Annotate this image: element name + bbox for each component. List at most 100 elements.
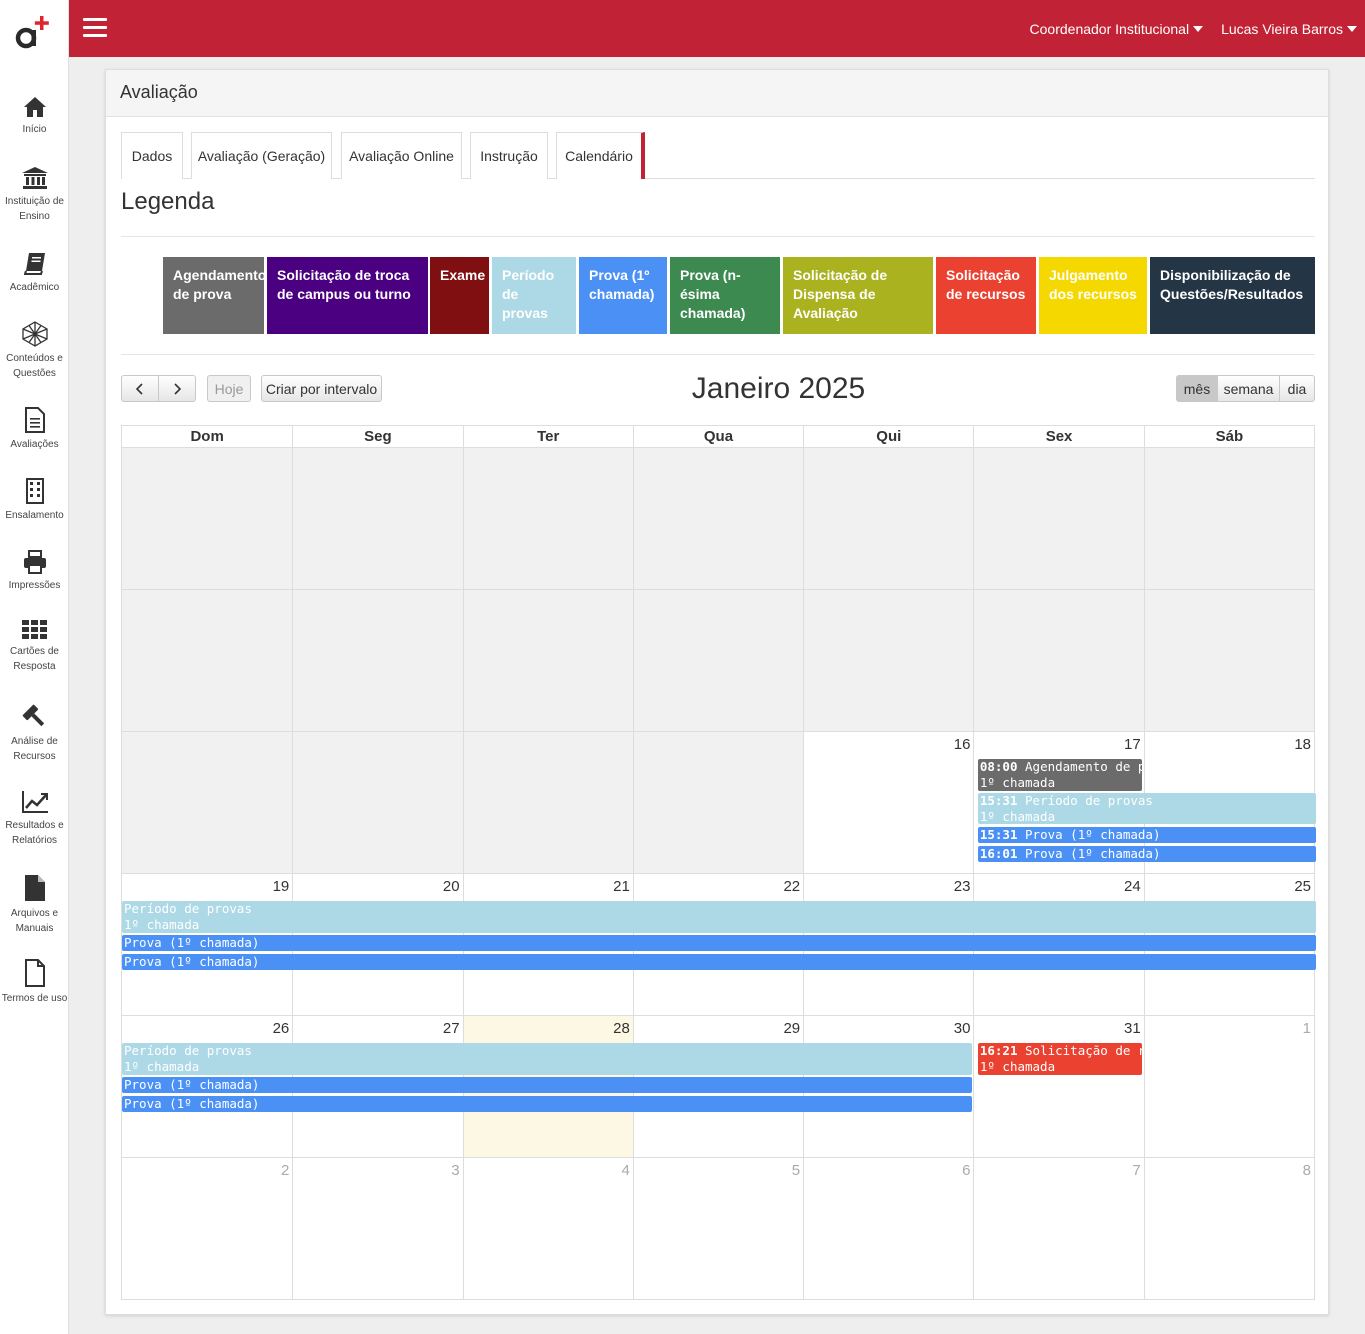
day-cell[interactable] bbox=[632, 448, 804, 589]
day-number: 26 bbox=[272, 1020, 290, 1037]
event-time: 16:01 bbox=[979, 846, 1018, 861]
sidebar-item-ensalamento[interactable]: Ensalamento bbox=[0, 478, 69, 523]
day-cell[interactable] bbox=[973, 448, 1144, 589]
event-subtitle: 1º chamada bbox=[979, 775, 1056, 790]
day-number: 27 bbox=[442, 1020, 460, 1037]
tab-calendario[interactable]: Calendário bbox=[556, 132, 645, 179]
weekday-sab: Sáb bbox=[1143, 426, 1314, 447]
sidebar-item-impressoes[interactable]: Impressões bbox=[0, 550, 69, 593]
event-subtitle: 1º chamada bbox=[979, 1059, 1056, 1074]
top-navbar: Coordenador Institucional Lucas Vieira B… bbox=[69, 0, 1365, 57]
day-cell[interactable] bbox=[1143, 590, 1314, 731]
day-cell[interactable] bbox=[292, 448, 463, 589]
sidebar-item-label: Ensalamento bbox=[5, 510, 64, 521]
day-cell[interactable] bbox=[973, 590, 1144, 731]
gavel-icon bbox=[22, 704, 44, 727]
month-calendar: Dom Seg Ter Qua Qui Sex Sáb 16 17 18 08:00 Agenda… bbox=[121, 425, 1316, 1300]
day-cell[interactable]: 4 bbox=[462, 1158, 633, 1299]
tab-dados[interactable]: Dados bbox=[121, 132, 183, 179]
day-number: 18 bbox=[1294, 736, 1311, 753]
view-day-button[interactable]: dia bbox=[1279, 375, 1315, 402]
calendar-event[interactable]: 15:31 Prova (1º chamada) bbox=[977, 827, 1316, 843]
day-cell[interactable]: 6 bbox=[803, 1158, 973, 1299]
day-number: 23 bbox=[953, 878, 971, 895]
app-logo[interactable] bbox=[14, 12, 54, 52]
create-range-button[interactable]: Criar por intervalo bbox=[261, 375, 382, 402]
book-icon bbox=[23, 253, 45, 275]
day-cell[interactable]: 31 bbox=[973, 1016, 1143, 1157]
day-number: 16 bbox=[953, 736, 971, 753]
event-title: Prova (1º chamada) bbox=[1025, 827, 1161, 842]
day-cell[interactable]: 16 bbox=[803, 732, 973, 873]
document-icon bbox=[24, 407, 45, 433]
day-cell[interactable]: 3 bbox=[292, 1158, 462, 1299]
chevron-left-icon bbox=[135, 382, 143, 395]
role-label: Coordenador Institucional bbox=[1029, 20, 1190, 37]
event-title-line: 15:31 Período de provas bbox=[980, 793, 1316, 809]
calendar-event[interactable]: 16:21 Solicitação de recur1º chamada bbox=[977, 1043, 1143, 1075]
legend-julgamento: Julgamento dos recursos bbox=[1039, 257, 1147, 334]
event-title: Agendamento de pr bbox=[1025, 759, 1143, 774]
user-dropdown[interactable]: Lucas Vieira Barros bbox=[1221, 21, 1357, 37]
day-cell[interactable] bbox=[292, 732, 463, 873]
calendar-event[interactable]: Prova (1º chamada) bbox=[122, 1077, 972, 1093]
hamburger-menu-icon[interactable] bbox=[83, 18, 107, 38]
day-cell[interactable]: 8 bbox=[1143, 1158, 1314, 1299]
event-title: Período de provas bbox=[1025, 793, 1153, 808]
day-cell[interactable] bbox=[1143, 448, 1314, 589]
sidebar-item-conteudos[interactable]: Conteúdos e Questões bbox=[0, 321, 69, 381]
view-month-button[interactable]: mês bbox=[1176, 375, 1218, 402]
sidebar-item-termos[interactable]: Termos de uso bbox=[0, 959, 69, 1006]
tab-instrucao[interactable]: Instrução bbox=[470, 132, 548, 179]
day-cell[interactable]: 1 bbox=[1143, 1016, 1314, 1157]
grid-icon bbox=[21, 620, 47, 639]
day-cell[interactable] bbox=[122, 590, 293, 731]
calendar-event[interactable]: Período de provas 1º chamada bbox=[122, 901, 1316, 933]
calendar-event[interactable]: Período de provas 1º chamada bbox=[122, 1043, 972, 1075]
role-dropdown[interactable]: Coordenador Institucional bbox=[1030, 21, 1204, 37]
sidebar-item-instituicao[interactable]: Instituição de Ensino bbox=[0, 166, 69, 224]
institution-icon bbox=[21, 167, 48, 189]
day-cell[interactable] bbox=[632, 590, 804, 731]
calendar-event[interactable]: 16:01 Prova (1º chamada) bbox=[977, 846, 1316, 862]
day-cell[interactable]: 7 bbox=[973, 1158, 1143, 1299]
tab-avaliacao-online[interactable]: Avaliação Online bbox=[341, 132, 462, 179]
day-cell[interactable]: 2 bbox=[122, 1158, 292, 1299]
day-number: 25 bbox=[1294, 878, 1311, 895]
day-cell[interactable] bbox=[292, 590, 463, 731]
day-cell[interactable] bbox=[462, 732, 633, 873]
calendar-event[interactable]: Prova (1º chamada) bbox=[122, 954, 1316, 970]
calendar-event[interactable]: 08:00 Agendamento de pr 1º chamada bbox=[977, 759, 1143, 791]
event-title-line: Período de provas bbox=[124, 901, 1316, 917]
day-cell[interactable] bbox=[632, 732, 804, 873]
day-number: 2 bbox=[280, 1162, 290, 1179]
sidebar-item-arquivos[interactable]: Arquivos e Manuais bbox=[0, 874, 69, 936]
calendar-event[interactable]: Prova (1º chamada) bbox=[122, 1096, 972, 1112]
day-cell[interactable] bbox=[122, 448, 293, 589]
day-cell[interactable]: 5 bbox=[632, 1158, 803, 1299]
day-cell[interactable] bbox=[462, 590, 633, 731]
legend-agendamento: Agendamento de prova bbox=[163, 257, 266, 334]
tab-bar: Dados Avaliação (Geração) Avaliação Onli… bbox=[121, 132, 1315, 179]
sidebar-item-inicio[interactable]: Início bbox=[0, 96, 69, 137]
calendar-event[interactable]: 15:31 Período de provas 1º chamada bbox=[977, 793, 1316, 824]
day-cell[interactable] bbox=[803, 448, 974, 589]
sidebar-item-analise[interactable]: Análise de Recursos bbox=[0, 704, 69, 764]
sidebar-item-cartoes[interactable]: Cartões de Resposta bbox=[0, 620, 69, 674]
prev-month-button[interactable] bbox=[121, 375, 159, 402]
weekday-sex: Sex bbox=[973, 426, 1143, 447]
sidebar-item-resultados[interactable]: Resultados e Relatórios bbox=[0, 790, 69, 848]
day-cell[interactable] bbox=[122, 732, 293, 873]
next-month-button[interactable] bbox=[158, 375, 196, 402]
sidebar-item-label: Início bbox=[22, 124, 47, 135]
sidebar-item-avaliacoes[interactable]: Avaliações bbox=[0, 407, 69, 452]
day-number: 29 bbox=[783, 1020, 801, 1037]
day-cell[interactable] bbox=[462, 448, 633, 589]
view-week-button[interactable]: semana bbox=[1217, 375, 1280, 402]
tab-avaliacao-geracao[interactable]: Avaliação (Geração) bbox=[191, 132, 332, 179]
sidebar-item-academico[interactable]: Acadêmico bbox=[0, 252, 69, 295]
calendar-event[interactable]: Prova (1º chamada) bbox=[122, 935, 1316, 951]
event-time: 16:21 bbox=[979, 1043, 1018, 1058]
today-button[interactable]: Hoje bbox=[207, 375, 251, 402]
day-cell[interactable] bbox=[803, 590, 974, 731]
